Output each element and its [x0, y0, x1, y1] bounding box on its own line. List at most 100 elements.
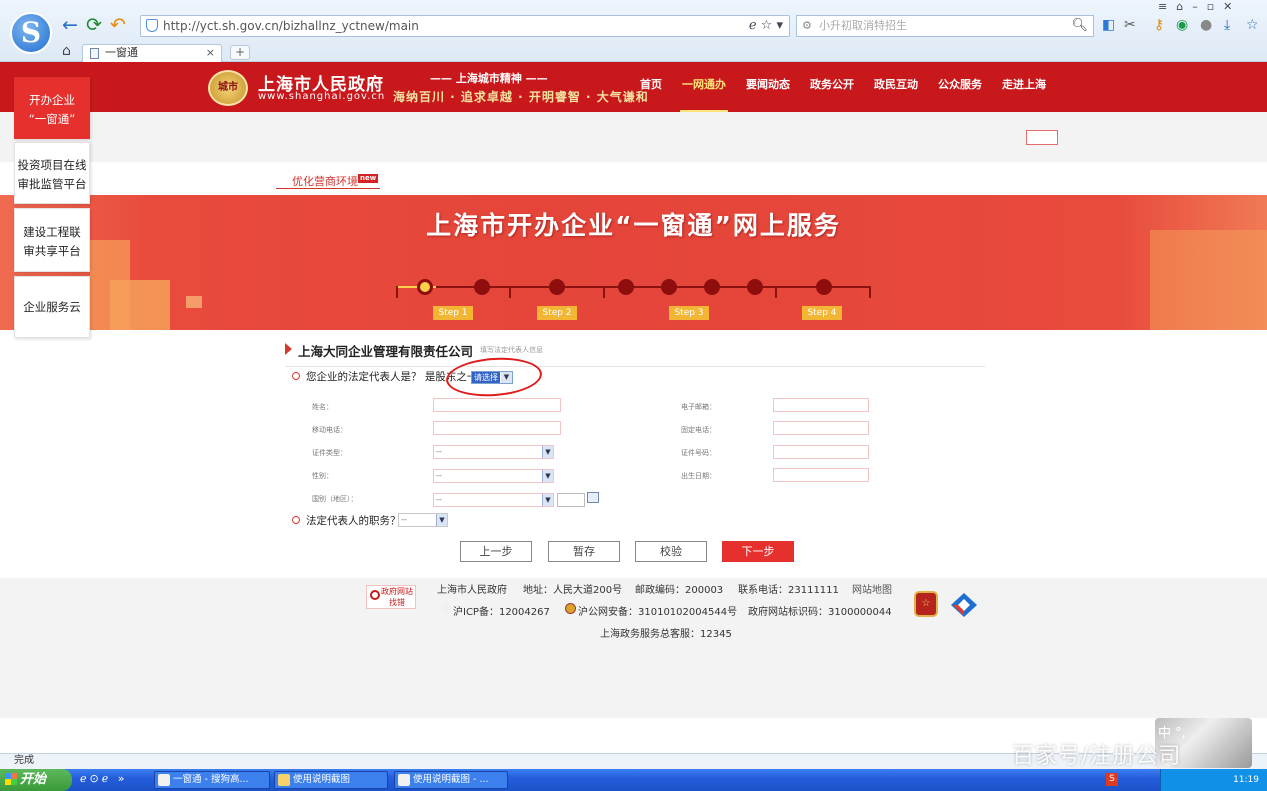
- address-url: http://yct.sh.gov.cn/bizhallnz_yctnew/ma…: [163, 19, 419, 33]
- chevron-down-icon: ▼: [542, 470, 553, 482]
- footer-icp[interactable]: 沪ICP备：12004267: [453, 603, 550, 618]
- nav-item-one-net[interactable]: 一网通办: [672, 62, 736, 113]
- optimize-underline: [276, 188, 380, 189]
- nav-item-about-shanghai[interactable]: 走进上海: [992, 62, 1056, 112]
- nationality-select[interactable]: -- ▼: [433, 493, 554, 507]
- sidebar-item-construction[interactable]: 建设工程联 审共享平台: [14, 208, 90, 272]
- nav-item-public-service[interactable]: 公众服务: [928, 62, 992, 112]
- banner-deco-block: [110, 280, 170, 330]
- quick-launch-icons[interactable]: ℯ⊙ℯ »: [80, 772, 127, 785]
- start-label: 开始: [20, 772, 47, 787]
- address-bar[interactable]: http://yct.sh.gov.cn/bizhallnz_yctnew/ma…: [140, 15, 790, 37]
- prev-step-button[interactable]: 上一步: [460, 541, 532, 562]
- nationality-code-field[interactable]: [557, 493, 585, 507]
- step-label-4: Step 4: [802, 306, 842, 320]
- tab-title: 一窗通: [105, 46, 138, 59]
- search-input[interactable]: ⚙ 小升初取消特招生 🔍︎: [796, 15, 1094, 37]
- new-tab-button[interactable]: +: [230, 45, 250, 60]
- party-gov-badge-icon[interactable]: ☆: [914, 591, 938, 617]
- clock: 11:19: [1233, 775, 1259, 785]
- lookup-icon[interactable]: [587, 492, 599, 503]
- birth-date-field[interactable]: [773, 468, 869, 482]
- step-label-2: Step 2: [537, 306, 577, 320]
- security-shield-icon: [146, 19, 158, 32]
- nav-item-home[interactable]: 首页: [630, 62, 672, 112]
- sidebar-item-label: “一窗通”: [28, 112, 76, 126]
- nav-item-gov-open[interactable]: 政务公开: [800, 62, 864, 112]
- user-icon[interactable]: ●: [1200, 16, 1212, 34]
- refresh-icon[interactable]: ⟳: [84, 14, 104, 36]
- optimize-business-link[interactable]: 优化营商环境: [292, 173, 358, 189]
- window-controls[interactable]: ≡⌂–▫✕: [1158, 0, 1241, 13]
- mobile-field[interactable]: [433, 421, 561, 435]
- banner-deco-block: [186, 296, 202, 308]
- browser-tab[interactable]: 一窗通 ×: [82, 44, 222, 62]
- bookmark-star-icon[interactable]: ☆: [1246, 16, 1259, 34]
- folder-icon: [278, 774, 290, 786]
- title-marker-icon: [285, 343, 292, 355]
- magnifier-icon: [370, 590, 380, 600]
- step-label-1: Step 1: [433, 306, 473, 320]
- sidebar-item-label: 企业服务云: [23, 300, 81, 314]
- extension-icon[interactable]: ◉: [1176, 16, 1188, 34]
- taskbar-item-folder[interactable]: 使用说明截图: [274, 771, 388, 789]
- email-field[interactable]: [773, 398, 869, 412]
- status-text: 完成: [14, 755, 34, 766]
- nav-item-news[interactable]: 要闻动态: [736, 62, 800, 112]
- page-icon: [90, 48, 99, 59]
- government-url: www.shanghai.gov.cn: [258, 91, 386, 102]
- icp-icon: [441, 604, 451, 614]
- save-draft-button[interactable]: 暂存: [548, 541, 620, 562]
- top-strip: [0, 112, 1267, 162]
- nav-item-interaction[interactable]: 政民互动: [864, 62, 928, 112]
- label-gender: 性别：: [312, 472, 333, 480]
- step-dot: [618, 279, 634, 295]
- id-type-select[interactable]: -- ▼: [433, 445, 554, 459]
- key-icon[interactable]: ⚷: [1154, 16, 1164, 34]
- taskbar-item-browser[interactable]: 一窗通 - 搜狗高...: [154, 771, 270, 789]
- sidebar-toggle-icon[interactable]: ◧: [1102, 16, 1115, 34]
- name-field[interactable]: [433, 398, 561, 412]
- step-dot: [704, 279, 720, 295]
- footer-hotline: 上海政务服务总客服：12345: [600, 629, 732, 640]
- footer-sitemap-link[interactable]: 网站地图: [852, 581, 892, 596]
- footer-police-record[interactable]: 沪公网安备：31010102004544号: [578, 603, 737, 618]
- label-name: 姓名：: [312, 403, 333, 411]
- input-method-icon[interactable]: S: [1106, 773, 1118, 786]
- start-button[interactable]: 开始: [0, 769, 72, 791]
- next-step-button[interactable]: 下一步: [722, 541, 794, 562]
- banner-title: 上海市开办企业“一窗通”网上服务: [426, 211, 841, 240]
- sidebar-item-enterprise-cloud[interactable]: 企业服务云: [14, 276, 90, 338]
- back-icon[interactable]: ←: [60, 14, 80, 36]
- undo-icon[interactable]: ↶: [108, 14, 128, 36]
- tools-icon[interactable]: ✂: [1124, 16, 1136, 34]
- taskbar-item-label: 一窗通 - 搜狗高...: [173, 774, 249, 785]
- sidebar-item-company-setup[interactable]: 开办企业 “一窗通”: [14, 77, 90, 139]
- footer-gov-name: 上海市人民政府: [437, 585, 507, 596]
- police-emblem-icon: [565, 603, 576, 614]
- step-tick: [509, 286, 511, 298]
- banner-deco-block: [1150, 230, 1267, 330]
- home-icon[interactable]: ⌂: [62, 43, 71, 59]
- footer-phone: 联系电话：23111111: [738, 585, 839, 596]
- position-select[interactable]: -- ▼: [398, 513, 448, 527]
- favorite-star-icon[interactable]: ℯ ☆ ▾: [749, 16, 783, 36]
- search-icon[interactable]: 🔍︎: [1071, 16, 1088, 36]
- tab-close-icon[interactable]: ×: [206, 45, 215, 61]
- verified-site-icon[interactable]: [950, 592, 978, 618]
- validate-button[interactable]: 校验: [635, 541, 707, 562]
- company-name: 上海大同企业管理有限责任公司: [298, 344, 474, 359]
- sidebar-item-investment[interactable]: 投资项目在线 审批监管平台: [14, 142, 90, 204]
- phone-field[interactable]: [773, 421, 869, 435]
- footer-postcode: 邮政编码：200003: [635, 585, 724, 596]
- small-input-box[interactable]: [1026, 130, 1058, 145]
- step-dot: [549, 279, 565, 295]
- sidebar-item-label: 开办企业: [29, 93, 75, 107]
- download-icon[interactable]: ⤓: [1224, 16, 1230, 34]
- new-badge: new: [358, 174, 379, 183]
- step-tick: [869, 286, 871, 298]
- taskbar-item-document[interactable]: 使用说明截图 - ...: [394, 771, 508, 789]
- gender-value: --: [436, 471, 442, 480]
- id-number-field[interactable]: [773, 445, 869, 459]
- gender-select[interactable]: -- ▼: [433, 469, 554, 483]
